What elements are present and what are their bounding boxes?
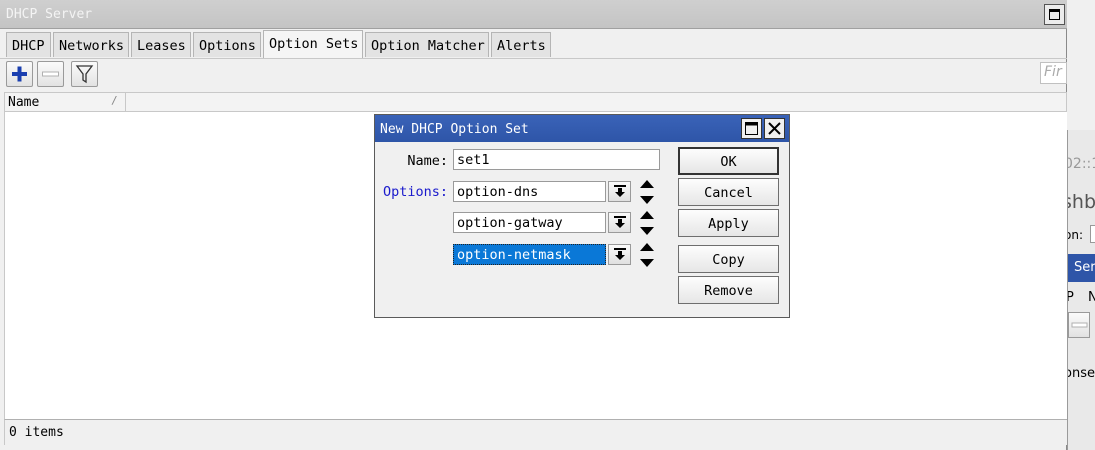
tab-networks[interactable]: Networks	[53, 32, 129, 57]
tab-dhcp[interactable]: DHCP	[6, 32, 51, 57]
dropdown-arrow-icon	[614, 248, 626, 260]
sort-icon: /	[111, 94, 118, 107]
bg-text-address: 02::1	[1068, 156, 1095, 172]
copy-button[interactable]: Copy	[678, 245, 779, 273]
tab-option-sets[interactable]: Option Sets	[263, 30, 363, 58]
bg-text-row: onse	[1067, 366, 1095, 381]
bg-tab-fragment: P	[1068, 290, 1074, 305]
dropdown-arrow-icon	[614, 216, 626, 228]
apply-button[interactable]: Apply	[678, 209, 779, 237]
up-down-arrows-icon	[640, 243, 654, 267]
option-move-3[interactable]	[639, 242, 655, 268]
table-header: Name /	[4, 92, 1067, 112]
tab-option-matcher[interactable]: Option Matcher	[365, 32, 489, 57]
dialog-close-button[interactable]	[764, 118, 785, 139]
column-divider[interactable]	[125, 93, 126, 111]
add-button[interactable]	[6, 61, 33, 87]
bg-text-label: on:	[1068, 228, 1083, 242]
name-label: Name:	[407, 153, 448, 169]
up-down-arrows-icon	[640, 180, 654, 204]
name-input[interactable]: set1	[453, 149, 660, 170]
maximize-icon	[1049, 9, 1060, 20]
status-bar: 0 items	[4, 419, 1067, 445]
bg-tab-fragment-2: N	[1088, 290, 1095, 305]
new-option-set-dialog: New DHCP Option Set Name: set1 Options: …	[374, 114, 790, 318]
bg-remove-button[interactable]	[1068, 312, 1090, 338]
option-select-3[interactable]: option-netmask	[453, 244, 606, 265]
plus-icon	[12, 66, 27, 82]
minus-icon	[1071, 322, 1088, 328]
up-down-arrows-icon	[640, 211, 654, 235]
cancel-button[interactable]: Cancel	[678, 178, 779, 206]
option-dropdown-1[interactable]	[608, 181, 631, 202]
tab-options[interactable]: Options	[193, 32, 261, 57]
background-window[interactable]: 02::1 shbo on: Ser P N onse	[1067, 130, 1095, 450]
filter-icon	[75, 65, 94, 84]
tab-alerts[interactable]: Alerts	[491, 32, 551, 57]
item-count: 0 items	[9, 425, 64, 440]
options-label: Options:	[382, 184, 448, 200]
maximize-button[interactable]	[1044, 4, 1065, 25]
window-titlebar[interactable]: DHCP Server	[0, 0, 1067, 29]
bg-text-heading: shbo	[1068, 191, 1095, 213]
column-header-name[interactable]: Name	[8, 95, 39, 110]
option-select-2[interactable]: option-gatway	[453, 212, 606, 233]
ok-button[interactable]: OK	[678, 147, 779, 175]
bg-input[interactable]	[1090, 225, 1095, 243]
minus-icon	[42, 71, 59, 77]
dialog-maximize-button[interactable]	[741, 118, 762, 139]
dialog-titlebar[interactable]: New DHCP Option Set	[375, 115, 789, 142]
option-move-2[interactable]	[639, 210, 655, 236]
remove-button[interactable]	[37, 61, 64, 87]
bg-text-title: Ser	[1074, 260, 1095, 275]
close-icon	[768, 122, 781, 135]
tab-leases[interactable]: Leases	[131, 32, 191, 57]
window-title: DHCP Server	[6, 7, 93, 22]
dialog-title: New DHCP Option Set	[380, 122, 529, 137]
remove-set-button[interactable]: Remove	[678, 276, 779, 304]
filter-button[interactable]	[71, 61, 98, 87]
toolbar	[0, 58, 1067, 90]
option-move-1[interactable]	[639, 179, 655, 205]
option-select-1[interactable]: option-dns	[453, 181, 606, 202]
option-dropdown-2[interactable]	[608, 212, 631, 233]
maximize-icon	[745, 122, 758, 135]
dropdown-arrow-icon	[614, 185, 626, 197]
find-input[interactable]: Fir	[1040, 62, 1067, 84]
option-dropdown-3[interactable]	[608, 244, 631, 265]
